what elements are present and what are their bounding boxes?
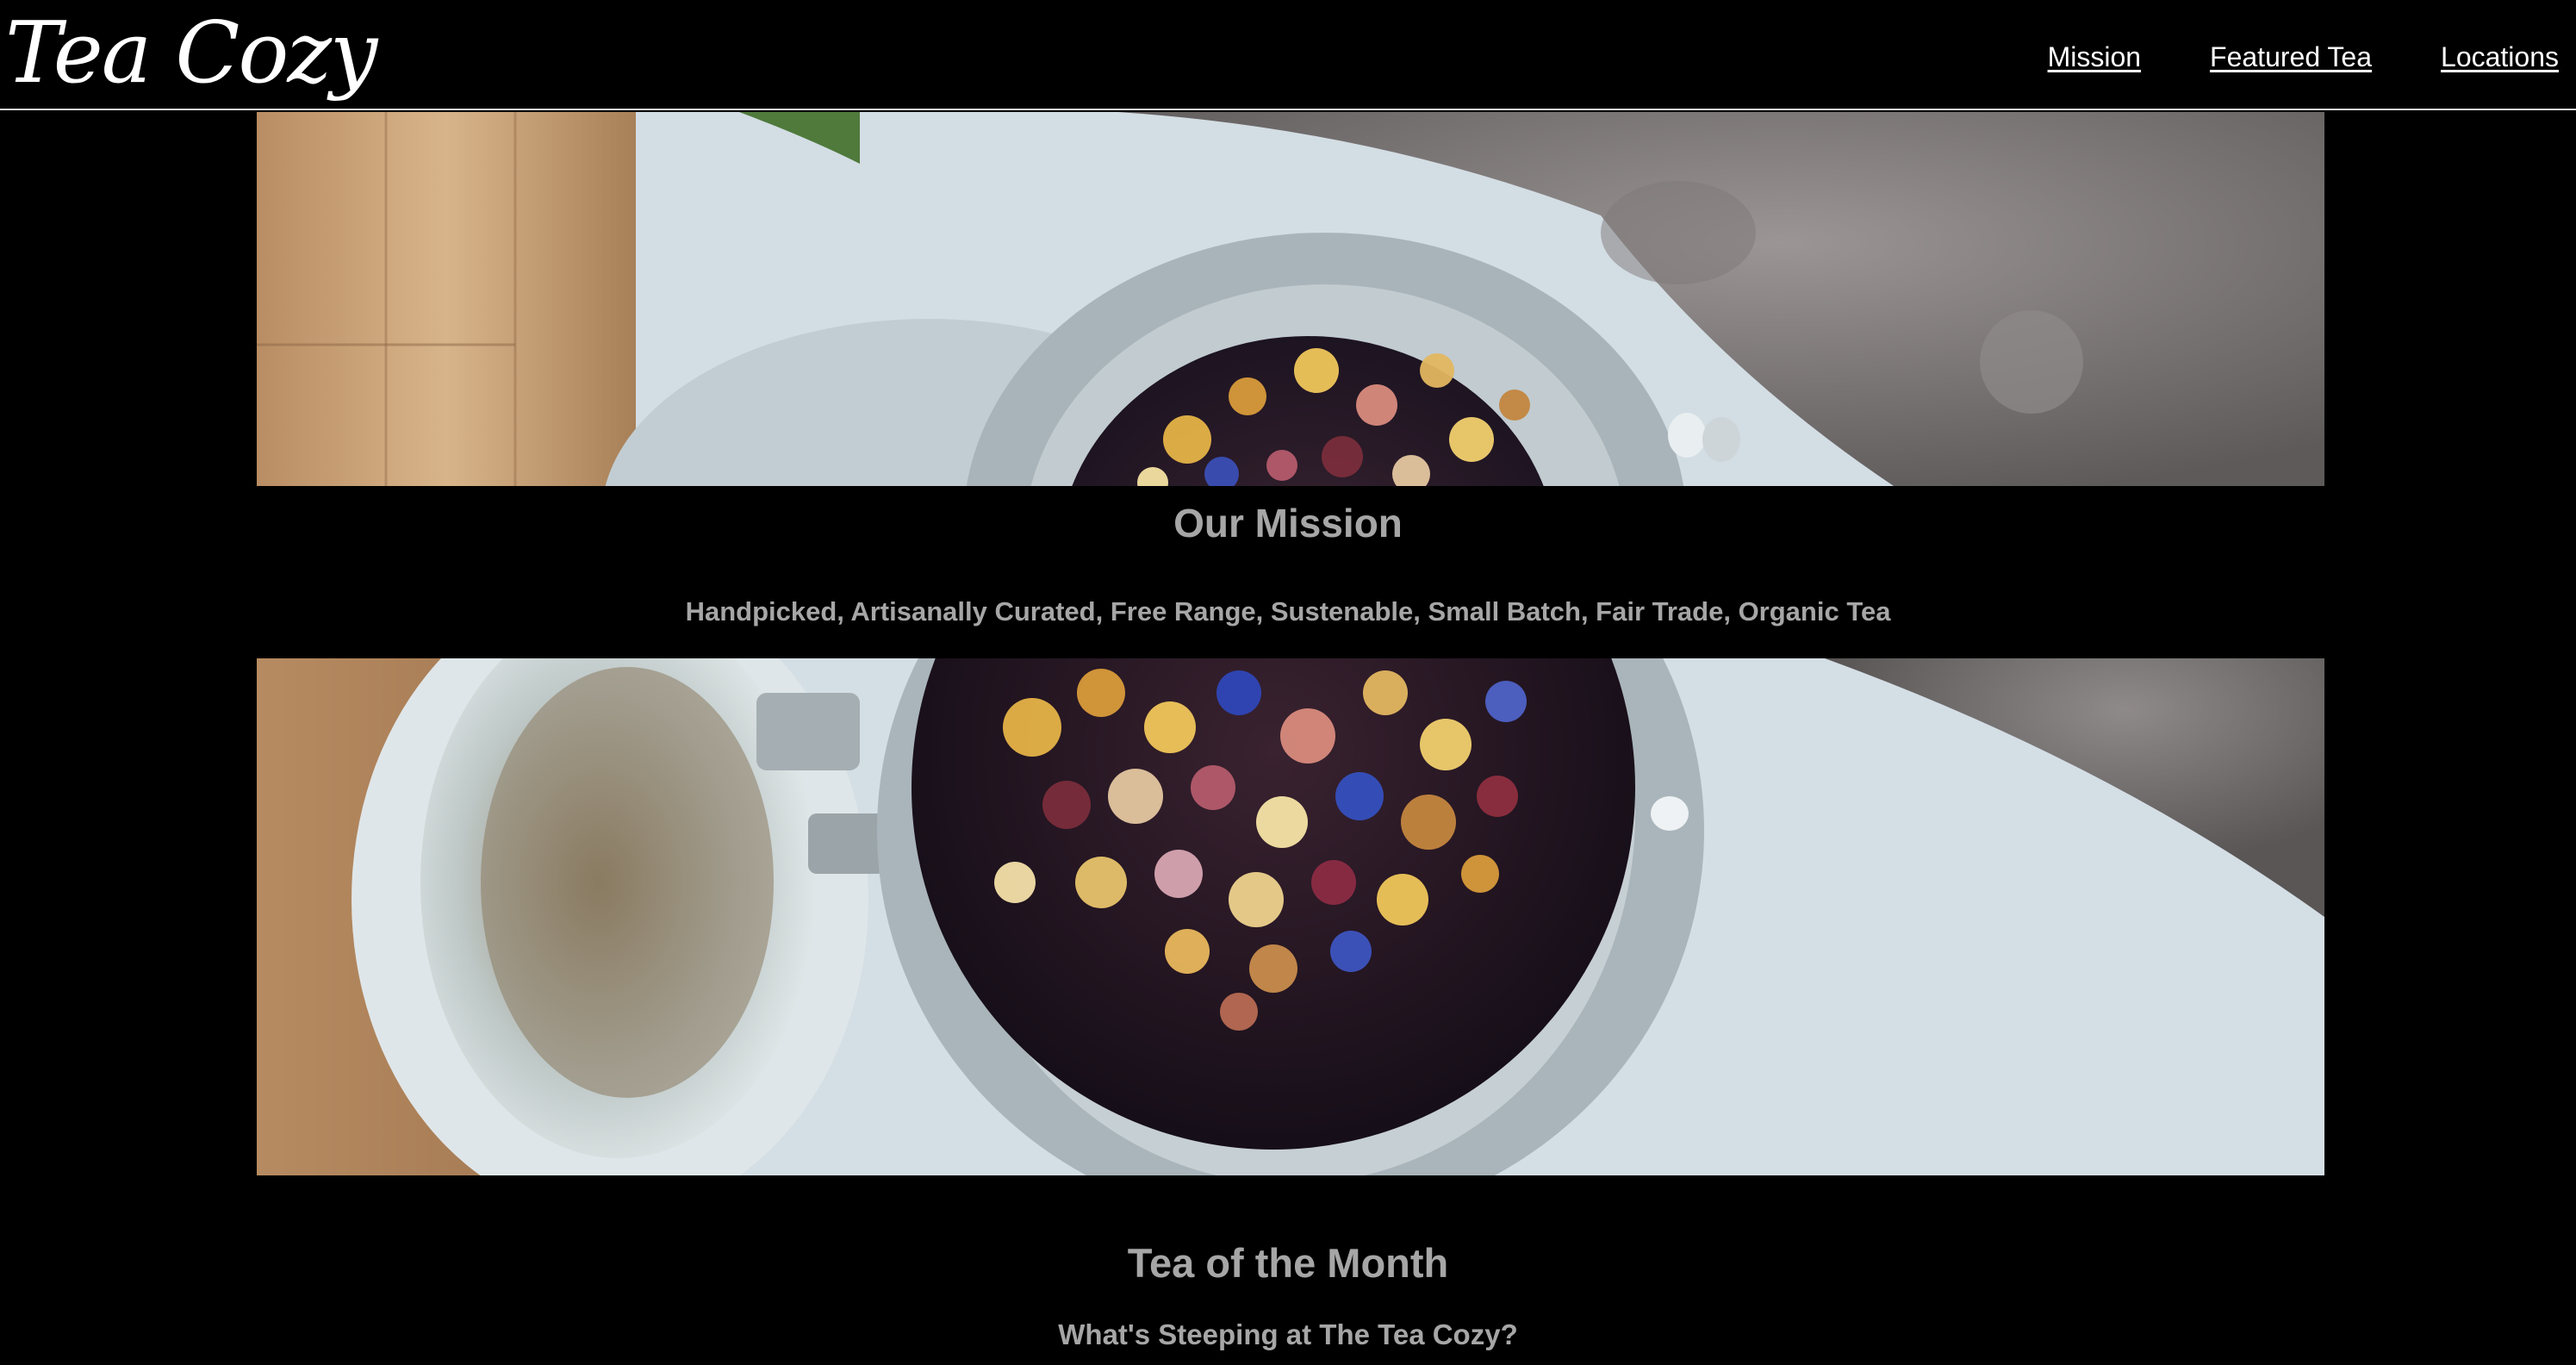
mission-hero-image-bottom [257,658,2324,1175]
tea-of-month-heading: Tea of the Month [1127,1240,1449,1286]
main-nav: Mission Featured Tea Locations [2048,41,2559,73]
nav-link-featured-tea[interactable]: Featured Tea [2210,41,2372,73]
mission-subheading: Handpicked, Artisanally Curated, Free Ra… [685,596,1891,626]
nav-link-locations[interactable]: Locations [2441,41,2559,73]
nav-link-mission[interactable]: Mission [2048,41,2141,73]
site-logo[interactable]: Tea Cozy [5,0,377,107]
mission-hero-image-top [257,112,2324,486]
mission-heading: Our Mission [1173,501,1403,545]
tea-of-month-subheading: What's Steeping at The Tea Cozy? [1058,1318,1518,1350]
site-header: Tea Cozy Mission Featured Tea Locations [0,0,2576,110]
